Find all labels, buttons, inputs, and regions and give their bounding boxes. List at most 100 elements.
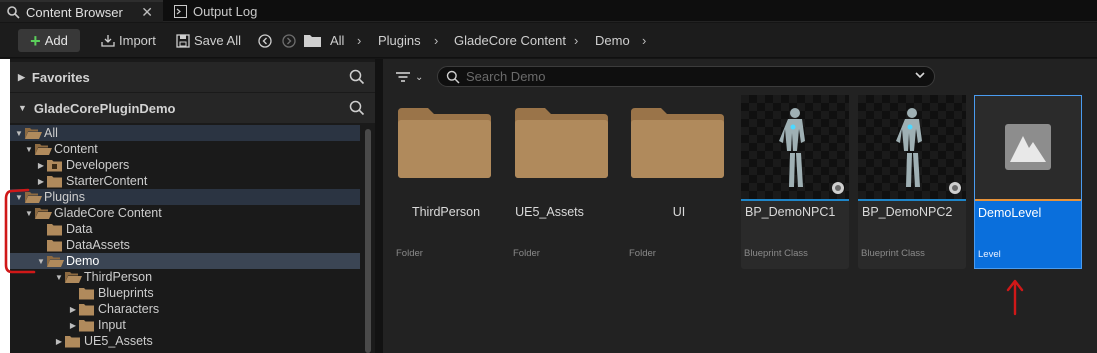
toolbar: + Add Import Save All All › Plugins › Gl… bbox=[0, 23, 1097, 58]
search-box[interactable] bbox=[437, 66, 935, 87]
import-button[interactable]: Import bbox=[100, 29, 156, 52]
tab-output-log[interactable]: Output Log bbox=[164, 0, 274, 22]
folder-open-icon bbox=[24, 127, 42, 140]
tree-item-label: ThirdPerson bbox=[84, 270, 153, 284]
tree-item[interactable]: Blueprints bbox=[10, 285, 360, 301]
asset-tile-blueprint[interactable]: BP_DemoNPC1 Blueprint Class bbox=[741, 95, 849, 269]
back-arrow-icon bbox=[258, 33, 272, 48]
breadcrumb-chevron-icon[interactable]: › bbox=[357, 29, 361, 52]
breadcrumb-chevron-icon[interactable]: › bbox=[434, 29, 438, 52]
window-edge bbox=[0, 59, 10, 353]
history-back-button[interactable] bbox=[258, 29, 272, 52]
filter-button[interactable]: ⌄ bbox=[395, 67, 431, 87]
sources-panel: ▶ Favorites ▼ GladeCorePluginDemo ▼ All ▼ C… bbox=[10, 59, 375, 353]
asset-tile-folder[interactable]: ThirdPerson Folder bbox=[394, 95, 502, 269]
scrollbar-thumb[interactable] bbox=[365, 129, 371, 353]
panel-splitter[interactable] bbox=[375, 59, 383, 353]
close-icon[interactable]: ✕ bbox=[141, 4, 153, 21]
asset-type: Blueprint Class bbox=[744, 248, 808, 259]
breadcrumb-gladecore-content[interactable]: GladeCore Content bbox=[454, 29, 566, 52]
expand-down-icon[interactable]: ▼ bbox=[14, 193, 24, 202]
expand-down-icon[interactable]: ▼ bbox=[24, 209, 34, 218]
folder-icon bbox=[78, 319, 96, 332]
asset-name: UI bbox=[672, 205, 686, 219]
tree-item-label: All bbox=[44, 126, 58, 140]
breadcrumb-all[interactable]: All bbox=[330, 29, 344, 52]
plus-icon: + bbox=[30, 30, 41, 51]
tree-item-label: Developers bbox=[66, 158, 130, 172]
breadcrumb-chevron-icon[interactable]: › bbox=[574, 29, 578, 52]
breadcrumb-demo[interactable]: Demo bbox=[595, 29, 630, 52]
asset-tile-folder[interactable]: UE5_Assets Folder bbox=[511, 95, 619, 269]
breadcrumb-chevron-icon[interactable]: › bbox=[642, 29, 646, 52]
history-forward-button[interactable] bbox=[282, 29, 296, 52]
expand-right-icon[interactable]: ▶ bbox=[36, 161, 46, 170]
asset-tile-blueprint[interactable]: BP_DemoNPC2 Blueprint Class bbox=[858, 95, 966, 269]
asset-type: Blueprint Class bbox=[861, 248, 925, 259]
character-thumbnail bbox=[741, 95, 849, 199]
tree-scrollbar[interactable] bbox=[364, 123, 373, 353]
tree-item[interactable]: DataAssets bbox=[10, 237, 360, 253]
expand-right-icon[interactable]: ▶ bbox=[36, 177, 46, 186]
tree-item-label: Characters bbox=[98, 302, 160, 316]
content-browser-icon bbox=[6, 5, 20, 19]
tree-item[interactable]: ▼ Content bbox=[10, 141, 360, 157]
expand-right-icon: ▶ bbox=[18, 71, 25, 82]
tree-item[interactable]: ▶ Input bbox=[10, 317, 360, 333]
folder-icon bbox=[78, 303, 96, 316]
search-input[interactable] bbox=[466, 69, 896, 84]
asset-tile-level-selected[interactable]: DemoLevel Level bbox=[974, 95, 1082, 269]
filter-icon bbox=[395, 71, 411, 83]
asset-type: Folder bbox=[396, 248, 423, 259]
tree-item-label: Data bbox=[66, 222, 93, 236]
search-icon bbox=[446, 70, 460, 84]
tree-item[interactable]: Data bbox=[10, 221, 360, 237]
folder-icon bbox=[46, 239, 64, 252]
expand-right-icon[interactable]: ▶ bbox=[54, 337, 64, 346]
search-icon[interactable] bbox=[349, 100, 365, 119]
asset-name: BP_DemoNPC2 bbox=[862, 205, 953, 219]
breadcrumb-plugins[interactable]: Plugins bbox=[378, 29, 421, 52]
folder-open-icon bbox=[46, 255, 64, 268]
asset-name: ThirdPerson bbox=[411, 205, 481, 219]
tree-item[interactable]: ▶ StarterContent bbox=[10, 173, 360, 189]
expand-down-icon[interactable]: ▼ bbox=[14, 129, 24, 138]
tree-item-label: GladeCore Content bbox=[54, 206, 162, 220]
save-all-button-label: Save All bbox=[194, 33, 241, 48]
expand-down-icon[interactable]: ▼ bbox=[36, 257, 46, 266]
expand-right-icon[interactable]: ▶ bbox=[68, 321, 78, 330]
tree-item[interactable]: ▼ Plugins bbox=[10, 189, 360, 205]
expand-down-icon[interactable]: ▼ bbox=[24, 145, 34, 154]
tab-content-browser[interactable]: Content Browser ✕ bbox=[0, 0, 163, 22]
tree-item-label: Demo bbox=[66, 254, 100, 268]
tree-item[interactable]: ▼ All bbox=[10, 125, 360, 141]
chevron-down-icon[interactable] bbox=[914, 69, 926, 84]
tree-item[interactable]: ▶ Characters bbox=[10, 301, 360, 317]
folder-icon bbox=[631, 108, 724, 181]
tree-item[interactable]: ▶ UE5_Assets bbox=[10, 333, 360, 349]
expand-down-icon[interactable]: ▼ bbox=[54, 273, 64, 282]
favorites-header[interactable]: ▶ Favorites bbox=[10, 62, 375, 92]
expand-right-icon[interactable]: ▶ bbox=[68, 305, 78, 314]
search-icon[interactable] bbox=[349, 69, 365, 88]
add-button[interactable]: + Add bbox=[18, 29, 80, 52]
folder-icon bbox=[304, 34, 321, 47]
save-icon bbox=[176, 33, 190, 48]
tree-item[interactable]: ▼ ThirdPerson bbox=[10, 269, 360, 285]
browse-folder-button[interactable] bbox=[304, 29, 321, 52]
save-all-button[interactable]: Save All bbox=[176, 29, 241, 52]
asset-tile-folder[interactable]: UI Folder bbox=[627, 95, 735, 269]
tree-item[interactable]: ▼ GladeCore Content bbox=[10, 205, 360, 221]
project-label: GladeCorePluginDemo bbox=[33, 100, 176, 116]
tree-item-label: Content bbox=[54, 142, 98, 156]
tab-content-browser-label: Content Browser bbox=[26, 4, 123, 20]
folder-open-icon bbox=[34, 207, 52, 220]
project-header[interactable]: ▼ GladeCorePluginDemo bbox=[10, 93, 375, 123]
tree-item[interactable]: ▶ Developers bbox=[10, 157, 360, 173]
tree-item[interactable]: ▼ Demo bbox=[10, 253, 360, 269]
forward-arrow-icon bbox=[282, 33, 296, 48]
folder-icon bbox=[64, 335, 82, 348]
tree-item-label: DataAssets bbox=[66, 238, 130, 252]
folder-open-icon bbox=[24, 191, 42, 204]
folder-icon bbox=[78, 287, 96, 300]
